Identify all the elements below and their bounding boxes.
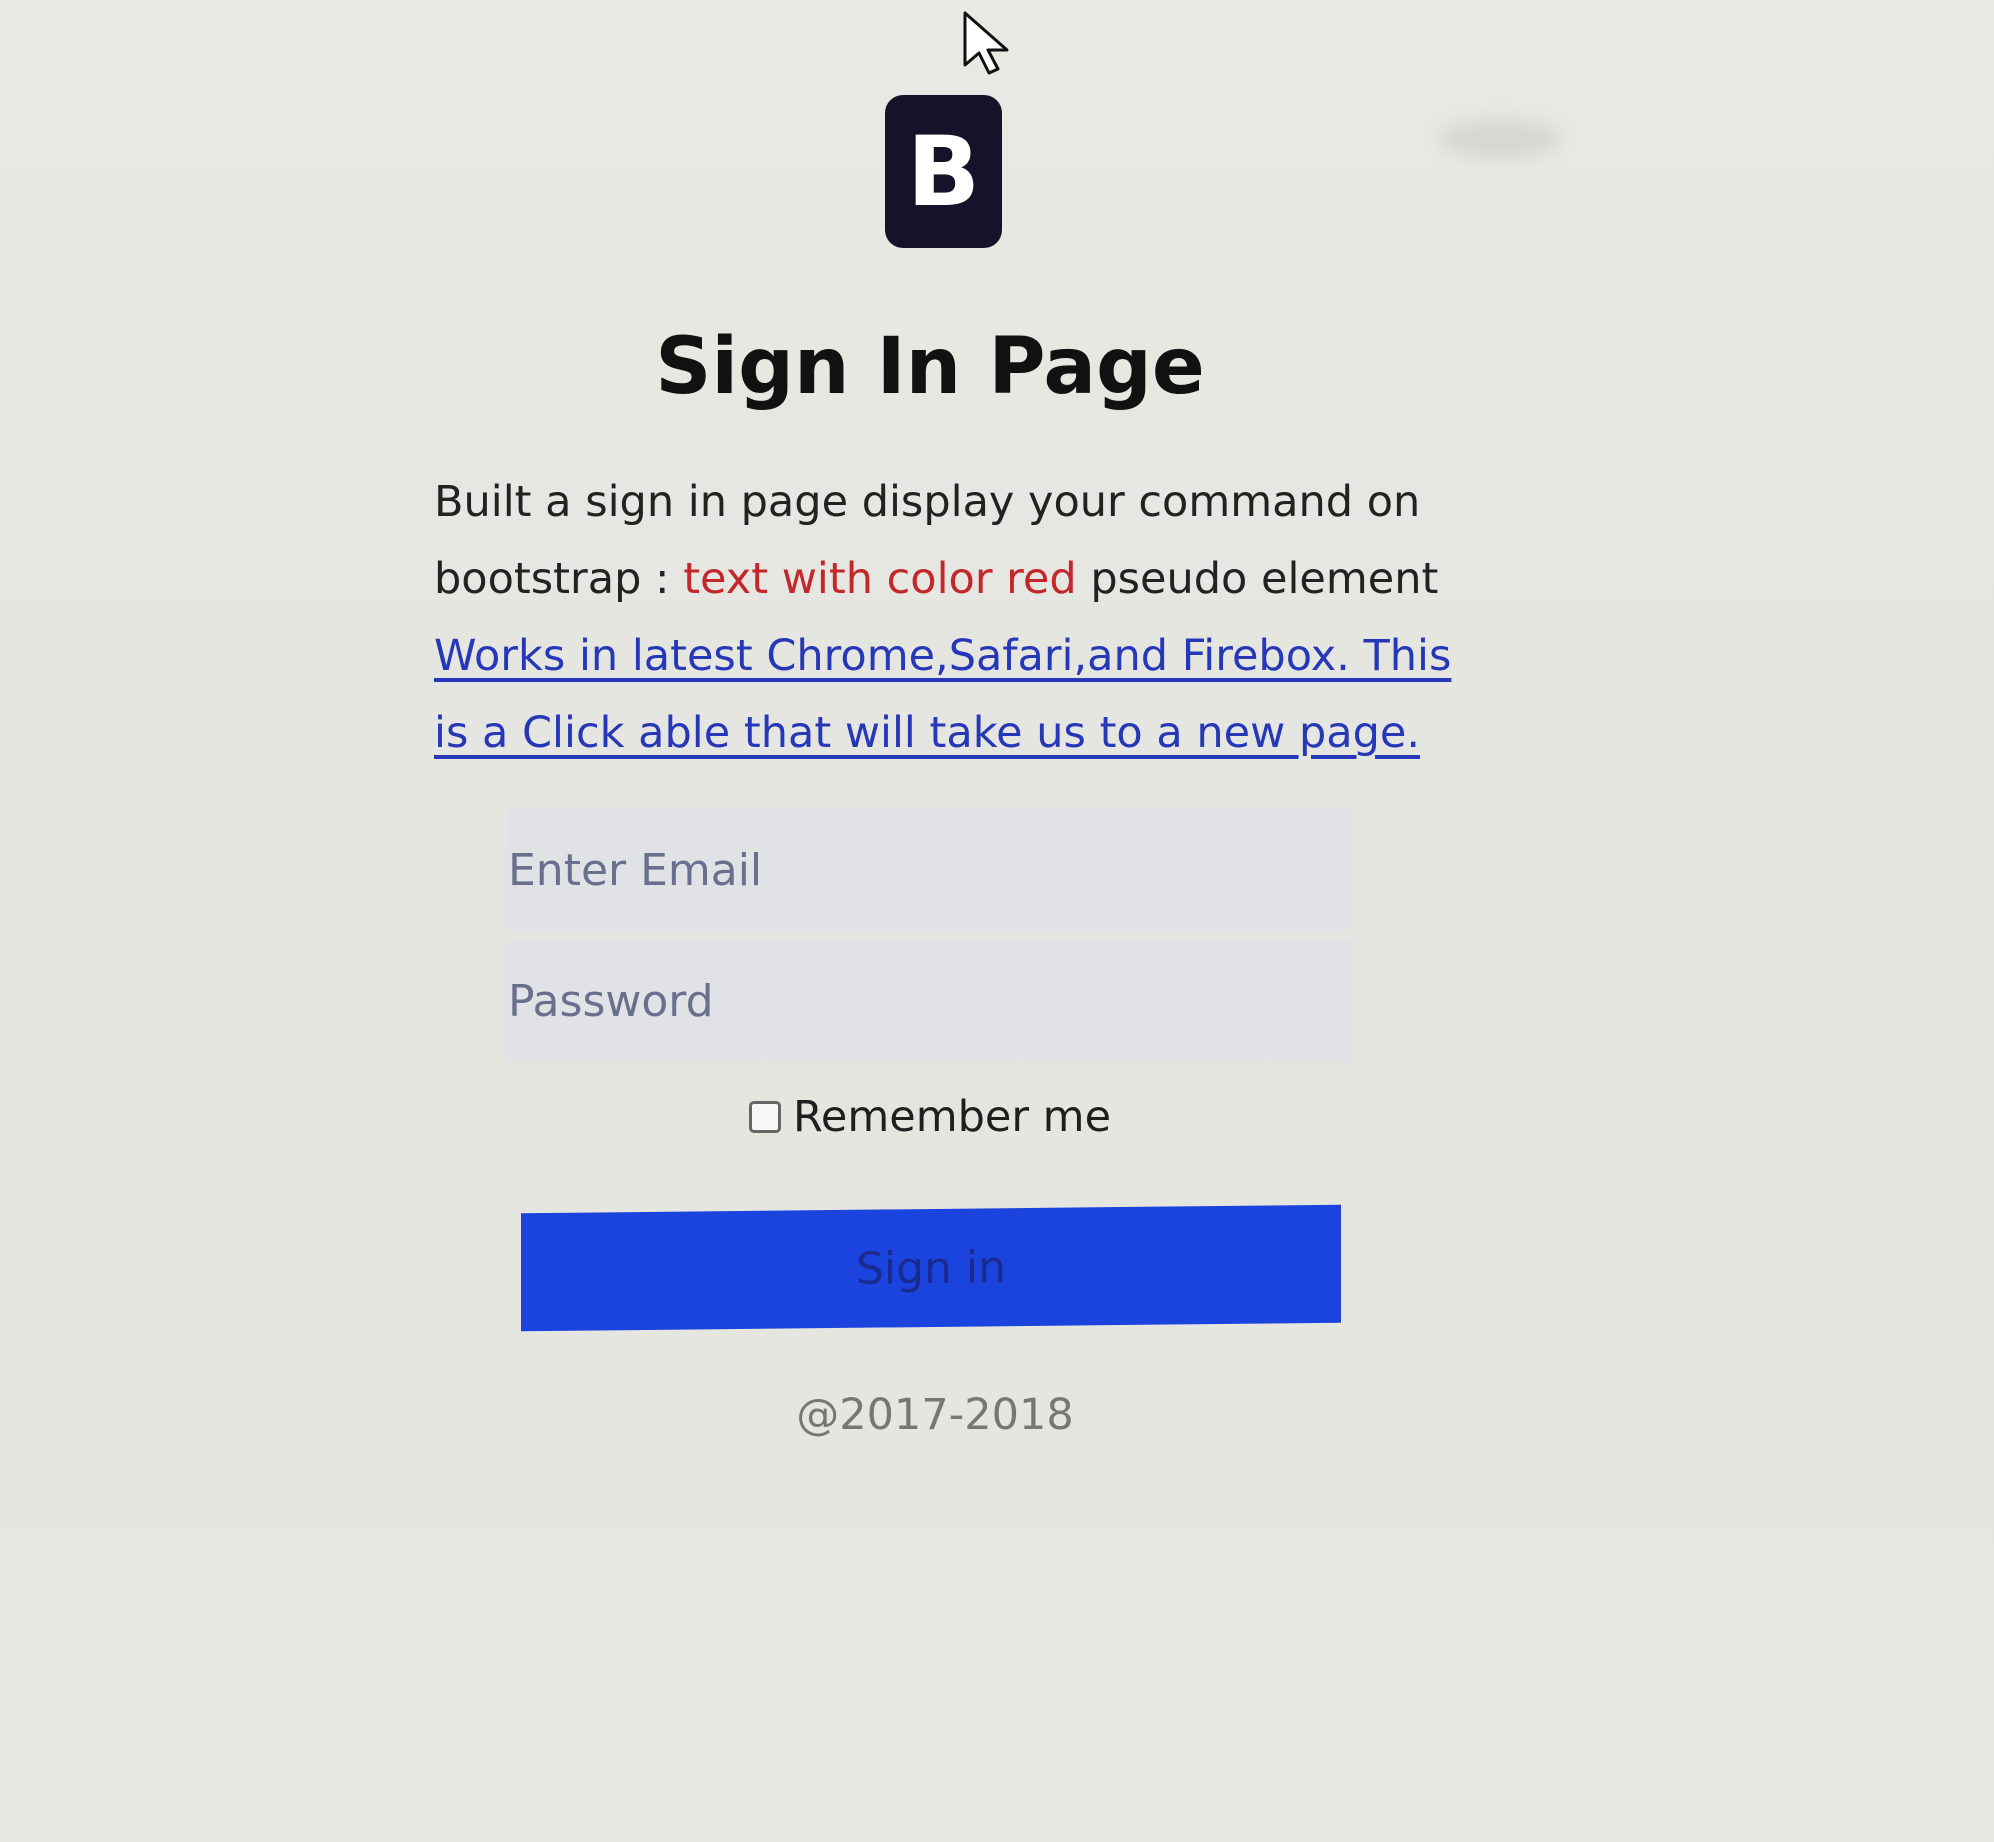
sign-in-form [506,809,1352,1062]
email-input[interactable] [506,809,1352,931]
remember-me-label: Remember me [792,1092,1112,1142]
mouse-pointer-icon [963,11,1009,75]
checkbox-icon[interactable] [748,1101,781,1133]
red-text: text with color red [683,554,1077,604]
description-suffix: pseudo element [1076,554,1439,604]
password-input[interactable] [506,940,1352,1062]
page-title: Sign In Page [655,322,1205,412]
description-prefix: bootstrap : [434,554,684,604]
new-page-link[interactable]: Works in latest Chrome,Safari,and Firebo… [434,631,1451,758]
copyright-footer: @2017-2018 [796,1390,1074,1440]
sign-in-button[interactable]: Sign in [521,1204,1341,1332]
description-text: Built a sign in page display your comman… [434,464,1484,772]
remember-me-control[interactable]: Remember me [0,1092,1860,1142]
bootstrap-logo-icon: B [885,95,1002,248]
screen-smudge [1440,119,1560,159]
description-line-1: Built a sign in page display your comman… [434,477,1421,527]
sign-in-page: B Sign In Page Built a sign in page disp… [0,0,1994,1842]
